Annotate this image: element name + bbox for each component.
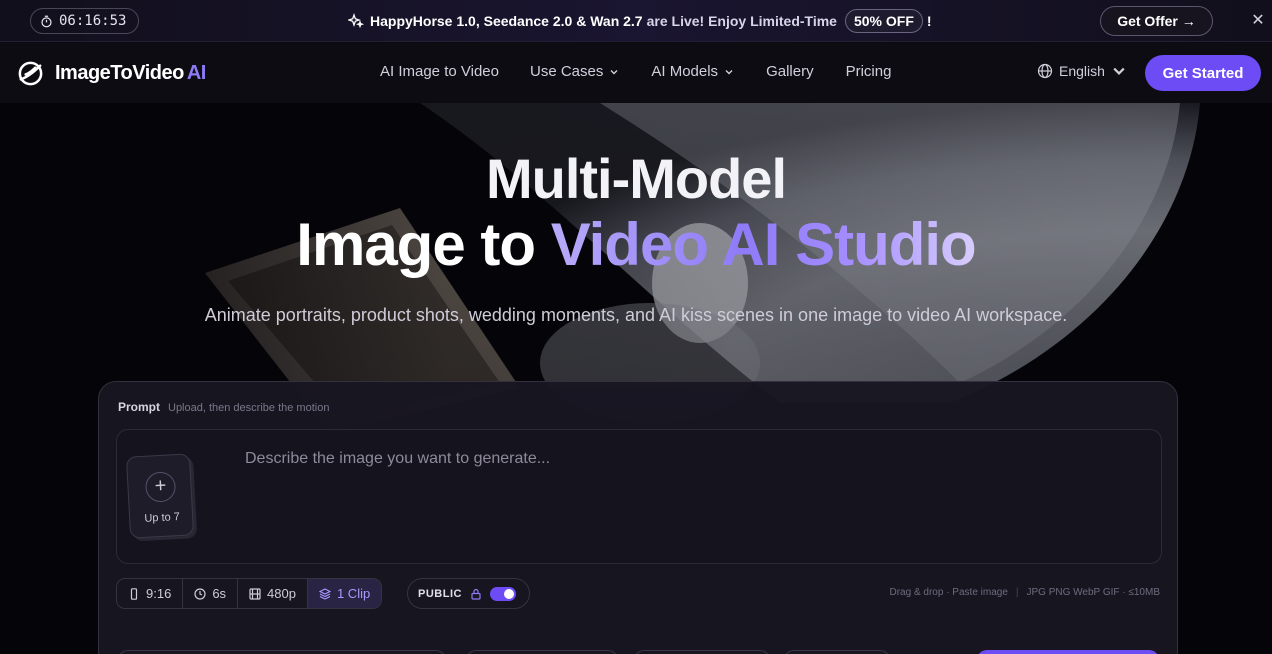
hero-title-line1: Multi-Model — [485, 147, 787, 210]
language-label: English — [1059, 63, 1105, 79]
promo-exclaim: ! — [926, 13, 932, 29]
public-label: PUBLIC — [418, 587, 462, 600]
film-icon — [249, 587, 261, 600]
portrait-frame-icon — [130, 587, 138, 600]
nav-link-gallery[interactable]: Gallery — [766, 63, 814, 80]
stopwatch-icon — [41, 15, 52, 27]
formats-hint: JPG PNG WebP GIF · ≤10MB — [1026, 587, 1161, 598]
prompt-input[interactable] — [245, 444, 1145, 474]
plus-icon: + — [144, 471, 177, 503]
drag-drop-hint: Drag & drop · Paste image — [889, 587, 1008, 598]
logo-text: ImageToVideo AI — [55, 62, 207, 84]
hero-section: Multi-Model Image to Video AI Studio Ani… — [0, 103, 1272, 654]
nav-links: AI Image to Video Use Cases AI Models Ga… — [380, 63, 891, 80]
promo-headline-tail: are Live! Enjoy Limited-Time — [646, 13, 837, 29]
hero-title-line2: Image to Video AI Studio — [0, 210, 1272, 279]
prompt-label: Prompt Upload, then describe the motion — [118, 400, 329, 414]
countdown-timer: 06:16:53 — [30, 8, 139, 34]
duration-option[interactable]: 6s — [183, 579, 239, 608]
resolution-option[interactable]: 480p — [238, 579, 308, 608]
hero-title-accent: Video AI Studio — [550, 211, 977, 278]
upload-caption: Up to 7 — [144, 510, 181, 525]
logo-ai: AI — [186, 62, 207, 84]
hint-separator: | — [1015, 587, 1019, 598]
chevron-down-icon — [1113, 67, 1125, 75]
hero-title-plain: Image to — [296, 211, 536, 278]
close-icon[interactable]: ✕ — [1250, 13, 1266, 29]
nav-link-ai-image-to-video[interactable]: AI Image to Video — [380, 63, 499, 80]
aspect-ratio-option[interactable]: 9:16 — [117, 579, 184, 608]
get-offer-button[interactable]: Get Offer → — [1100, 6, 1213, 36]
public-switch[interactable] — [489, 586, 516, 601]
prompt-label-title: Prompt — [118, 400, 160, 414]
get-started-button[interactable]: Get Started — [1145, 55, 1261, 91]
promo-headline: HappyHorse 1.0, Seedance 2.0 & Wan 2.7 — [370, 13, 643, 29]
prompt-box: + Up to 7 — [116, 429, 1162, 564]
clip-count-option[interactable]: 1 Clip — [307, 579, 382, 608]
logo[interactable]: ImageToVideo AI — [16, 59, 206, 88]
promo-message: HappyHorse 1.0, Seedance 2.0 & Wan 2.7 a… — [348, 9, 932, 33]
nav-link-pricing[interactable]: Pricing — [846, 63, 892, 80]
bottom-controls-row — [116, 648, 1162, 654]
top-nav: ImageToVideo AI AI Image to Video Use Cas… — [0, 43, 1272, 103]
prompt-panel: Prompt Upload, then describe the motion … — [98, 381, 1178, 654]
language-selector[interactable]: English — [1037, 63, 1127, 79]
sparkle-icon — [348, 13, 364, 29]
style-selector[interactable] — [466, 650, 618, 654]
image-upload-button[interactable]: + Up to 7 — [125, 453, 195, 539]
camera-selector[interactable] — [634, 650, 770, 654]
model-selector[interactable] — [118, 650, 446, 654]
hero-subtitle: Animate portraits, product shots, weddin… — [204, 305, 1068, 325]
clock-icon — [194, 587, 206, 600]
chevron-down-icon — [725, 69, 733, 74]
layers-icon — [318, 587, 331, 600]
upload-hints: Drag & drop · Paste image | JPG PNG WebP… — [890, 587, 1161, 598]
nav-link-ai-models[interactable]: AI Models — [651, 63, 734, 80]
prompt-label-hint: Upload, then describe the motion — [168, 402, 330, 414]
generation-options: 9:16 6s 480p 1 Clip — [116, 578, 383, 609]
effects-selector[interactable] — [784, 650, 890, 654]
nav-link-use-cases[interactable]: Use Cases — [530, 63, 619, 80]
public-toggle[interactable]: PUBLIC — [407, 578, 530, 609]
discount-badge: 50% OFF — [844, 9, 923, 33]
timer-value: 06:16:53 — [59, 13, 127, 29]
generate-button[interactable] — [977, 650, 1159, 654]
chevron-down-icon — [610, 69, 618, 74]
promo-bar: 06:16:53 HappyHorse 1.0, Seedance 2.0 & … — [0, 0, 1272, 42]
globe-icon — [1037, 63, 1053, 79]
lock-icon — [471, 588, 481, 600]
logo-icon — [18, 61, 43, 86]
